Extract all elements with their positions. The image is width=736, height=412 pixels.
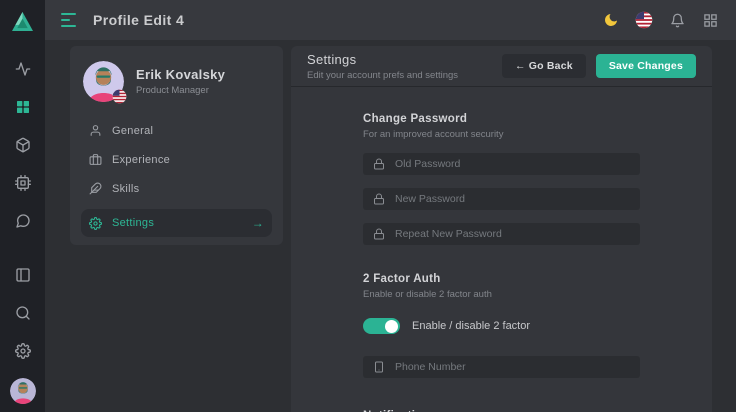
profile-header: Erik Kovalsky Product Manager: [70, 46, 283, 114]
lock-icon: [373, 228, 385, 240]
repeat-password-field[interactable]: [363, 223, 640, 245]
user-icon: [89, 124, 102, 137]
menu-item-settings[interactable]: Settings →: [81, 209, 272, 237]
gear-icon: [89, 217, 102, 230]
lock-icon: [373, 193, 385, 205]
app-logo[interactable]: [0, 0, 45, 42]
content-area: Erik Kovalsky Product Manager General Ex…: [45, 40, 736, 412]
arrow-right-icon: →: [252, 216, 264, 230]
profile-avatar: [83, 61, 124, 102]
briefcase-icon: [89, 153, 102, 166]
smartphone-icon: [373, 361, 385, 373]
old-password-field[interactable]: [363, 153, 640, 175]
old-password-input[interactable]: [395, 158, 630, 170]
menu-hamburger-icon[interactable]: [61, 13, 79, 27]
two-factor-toggle-row: Enable / disable 2 factor: [363, 318, 640, 334]
bell-icon[interactable]: [667, 10, 687, 30]
avatar-flag-badge: [112, 89, 127, 104]
profile-card: Erik Kovalsky Product Manager General Ex…: [70, 46, 283, 245]
us-flag-icon[interactable]: [634, 10, 654, 30]
repeat-password-input[interactable]: [395, 228, 630, 240]
layout-panel-icon[interactable]: [6, 256, 40, 294]
settings-subtitle: Edit your account prefs and settings: [307, 70, 458, 81]
two-factor-toggle-label: Enable / disable 2 factor: [412, 320, 530, 332]
search-icon[interactable]: [6, 294, 40, 332]
change-password-section: Change Password For an improved account …: [363, 113, 640, 245]
chat-bubble-icon[interactable]: [6, 202, 40, 240]
two-factor-title: 2 Factor Auth: [363, 273, 640, 285]
change-password-title: Change Password: [363, 113, 640, 125]
icon-sidebar: [0, 0, 45, 412]
go-back-button[interactable]: ← Go Back: [502, 54, 586, 78]
lock-icon: [373, 158, 385, 170]
topbar: Profile Edit 4: [45, 0, 736, 40]
new-password-input[interactable]: [395, 193, 630, 205]
new-password-field[interactable]: [363, 188, 640, 210]
menu-label: Experience: [112, 154, 170, 166]
two-factor-section: 2 Factor Auth Enable or disable 2 factor…: [363, 273, 640, 378]
settings-title: Settings: [307, 52, 458, 67]
topbar-actions: [601, 10, 720, 30]
phone-number-input[interactable]: [395, 361, 630, 373]
menu-item-skills[interactable]: Skills: [81, 174, 272, 203]
apps-grid-icon[interactable]: [700, 10, 720, 30]
box-icon[interactable]: [6, 126, 40, 164]
user-avatar-image: [10, 378, 36, 404]
toggle-knob: [385, 320, 398, 333]
settings-panel-header: Settings Edit your account prefs and set…: [291, 46, 712, 87]
back-arrow-icon: ←: [515, 60, 526, 72]
menu-label: General: [112, 125, 153, 137]
menu-item-general[interactable]: General: [81, 116, 272, 145]
dashboard-grid-icon[interactable]: [6, 88, 40, 126]
settings-panel: Settings Edit your account prefs and set…: [291, 46, 712, 412]
current-user-avatar[interactable]: [10, 378, 36, 404]
two-factor-subtitle: Enable or disable 2 factor auth: [363, 289, 640, 300]
sidebar-bottom-nav: [6, 256, 40, 412]
logo-triangle-icon: [11, 11, 34, 32]
menu-item-experience[interactable]: Experience: [81, 145, 272, 174]
feather-icon: [89, 182, 102, 195]
change-password-subtitle: For an improved account security: [363, 129, 640, 140]
menu-label: Skills: [112, 183, 139, 195]
moon-icon[interactable]: [601, 10, 621, 30]
settings-body: Change Password For an improved account …: [291, 87, 712, 412]
activity-icon[interactable]: [6, 50, 40, 88]
menu-label: Settings: [112, 217, 154, 229]
cpu-icon[interactable]: [6, 164, 40, 202]
two-factor-toggle[interactable]: [363, 318, 400, 334]
sidebar-nav: [6, 50, 40, 240]
phone-number-field[interactable]: [363, 356, 640, 378]
profile-menu: General Experience Skills Settings →: [70, 114, 283, 237]
profile-role: Product Manager: [136, 85, 225, 96]
profile-name: Erik Kovalsky: [136, 67, 225, 82]
settings-gear-icon[interactable]: [6, 332, 40, 370]
page-title: Profile Edit 4: [93, 12, 184, 28]
save-changes-button[interactable]: Save Changes: [596, 54, 696, 78]
go-back-label: Go Back: [526, 60, 573, 72]
